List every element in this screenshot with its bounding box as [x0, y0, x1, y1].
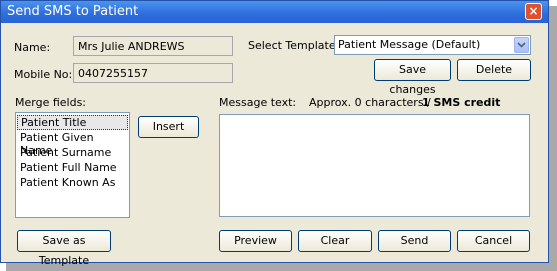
message-text-label: Message text:	[219, 96, 297, 109]
character-count: Approx. 0 characters /	[309, 96, 431, 109]
close-button[interactable]: ×	[525, 3, 542, 20]
save-changes-button[interactable]: Save changes	[374, 59, 451, 96]
list-item[interactable]: Patient Full Name	[20, 161, 117, 174]
mobile-label: Mobile No:	[14, 68, 73, 81]
list-item[interactable]: Patient Title	[17, 115, 128, 130]
list-item[interactable]: Patient Known As	[20, 176, 115, 189]
template-label: Select Template:	[248, 39, 340, 52]
delete-button[interactable]: Delete	[457, 59, 531, 81]
list-item[interactable]: Patient Surname	[20, 146, 111, 159]
message-textarea[interactable]	[219, 114, 530, 217]
mobile-value: 0407255157	[78, 67, 148, 80]
sms-credit-count: 1 SMS credit	[422, 96, 501, 109]
insert-button[interactable]: Insert	[138, 116, 199, 138]
cancel-button[interactable]: Cancel	[457, 230, 530, 252]
title-bar[interactable]: Send SMS to Patient ×	[1, 1, 548, 23]
merge-fields-label: Merge fields:	[15, 96, 87, 109]
sms-dialog: Send SMS to Patient × Name: Mrs Julie AN…	[0, 0, 549, 267]
preview-button[interactable]: Preview	[219, 230, 292, 252]
window-title: Send SMS to Patient	[7, 4, 139, 19]
name-label: Name:	[14, 41, 51, 54]
save-as-template-button[interactable]: Save as Template	[17, 230, 111, 267]
name-value: Mrs Julie ANDREWS	[78, 40, 185, 53]
mobile-field: 0407255157	[73, 63, 233, 83]
name-field: Mrs Julie ANDREWS	[73, 36, 233, 56]
chevron-down-icon[interactable]	[514, 37, 529, 53]
clear-button[interactable]: Clear	[298, 230, 372, 252]
send-button[interactable]: Send	[378, 230, 451, 252]
template-select[interactable]: Patient Message (Default)	[334, 35, 531, 55]
merge-fields-list[interactable]: Patient Title Patient Given Name Patient…	[15, 112, 130, 218]
template-selected-value: Patient Message (Default)	[338, 38, 481, 51]
